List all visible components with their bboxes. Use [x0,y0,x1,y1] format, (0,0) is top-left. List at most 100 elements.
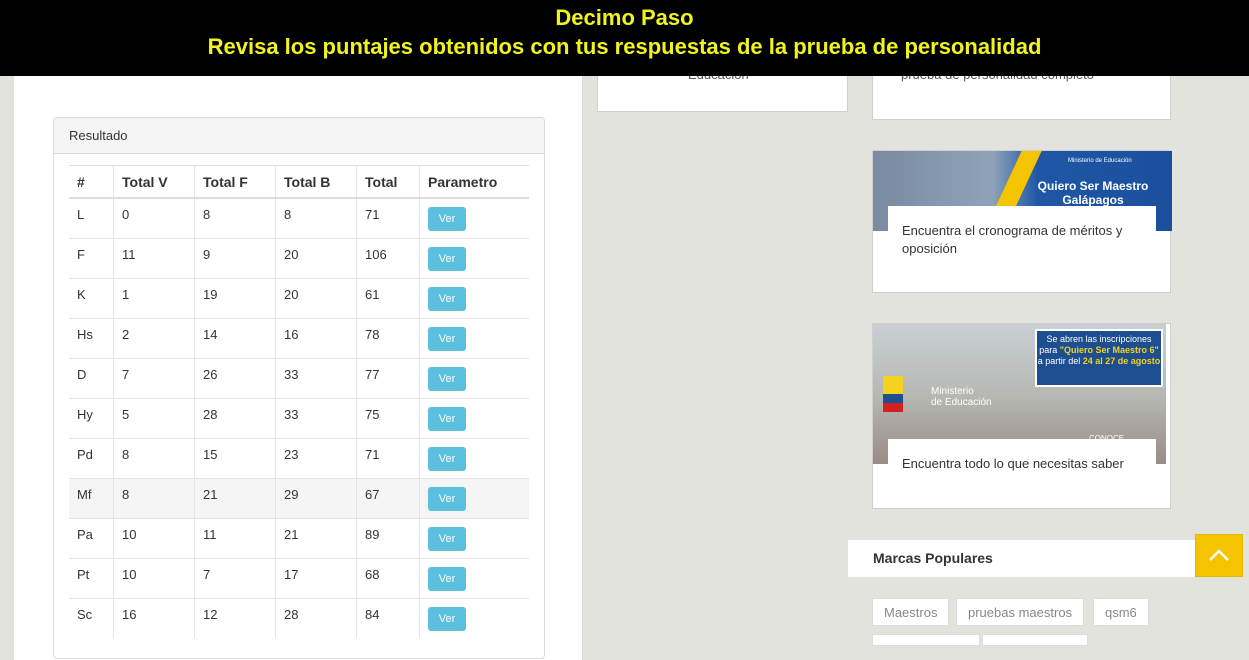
image-title: Quiero Ser Maestro [1037,179,1149,193]
cell-total: 61 [356,277,420,318]
back-to-top-button[interactable] [1195,534,1243,577]
cell-id: D [69,357,114,398]
cell-parametro: Ver [419,517,529,558]
ver-button[interactable]: Ver [428,606,466,631]
ver-button[interactable]: Ver [428,526,466,551]
inscription-ad: Se abren las inscripciones para "Quiero … [1035,329,1163,387]
cell-total: 71 [356,197,420,238]
caption-box: Encuentra el cronograma de méritos y opo… [888,206,1156,266]
ad-line-1: Se abren las inscripciones [1046,334,1152,344]
tag-partial-1[interactable] [872,634,980,646]
cell-parametro: Ver [419,597,529,638]
cell-b: 33 [275,397,357,438]
cell-f: 26 [194,357,276,398]
cell-f: 15 [194,437,276,478]
ver-button[interactable]: Ver [428,406,466,431]
tag-partial-2[interactable] [982,634,1088,646]
cell-total: 68 [356,557,420,598]
ver-button[interactable]: Ver [428,446,466,471]
image-ministry-logo: Ministerio de Educación [1068,158,1132,164]
result-panel-title: Resultado [54,118,544,154]
sidebar-card-todo[interactable]: Se abren las inscripciones para "Quiero … [872,323,1171,509]
cell-b: 28 [275,597,357,638]
cell-f: 7 [194,557,276,598]
ver-button[interactable]: Ver [428,366,466,391]
cell-id: Pa [69,517,114,558]
ver-button[interactable]: Ver [428,246,466,271]
cell-v: 0 [113,197,195,238]
cell-parametro: Ver [419,437,529,478]
ad-partir: a partir del [1037,356,1081,366]
sidebar-card-cronograma[interactable]: Ministerio de Educación Quiero Ser Maest… [872,150,1172,293]
cell-total: 106 [356,237,420,278]
cell-f: 8 [194,197,276,238]
table-row: Pd 8 15 23 71 Ver [69,437,529,478]
cell-v: 10 [113,517,195,558]
ecuador-flag-icon [883,376,903,412]
cell-parametro: Ver [419,357,529,398]
ver-button[interactable]: Ver [428,326,466,351]
ver-button[interactable]: Ver [428,566,466,591]
ver-button[interactable]: Ver [428,286,466,311]
cell-total: 77 [356,357,420,398]
cell-id: Pd [69,437,114,478]
cell-total: 89 [356,517,420,558]
table-row: Pt 10 7 17 68 Ver [69,557,529,598]
cell-b: 17 [275,557,357,598]
caption-box: Encuentra todo lo que necesitas saber [888,439,1156,479]
cell-f: 11 [194,517,276,558]
table-row: K 1 19 20 61 Ver [69,277,529,318]
cell-v: 1 [113,277,195,318]
cell-total: 75 [356,397,420,438]
tag-qsm6[interactable]: qsm6 [1093,598,1149,626]
ad-dates: 24 al 27 de agosto [1082,356,1161,366]
col-header-total-f: Total F [194,165,276,199]
instruction-banner: Decimo Paso Revisa los puntajes obtenido… [0,0,1249,76]
cell-total: 78 [356,317,420,358]
cell-parametro: Ver [419,557,529,598]
sidebar-card-cronograma-text[interactable]: Encuentra el cronograma de méritos y opo… [902,222,1147,258]
cell-v: 11 [113,237,195,278]
tag-maestros[interactable]: Maestros [872,598,950,626]
ministry-label: Ministerio de Educación [931,386,992,408]
cell-b: 20 [275,237,357,278]
cell-id: Hs [69,317,114,358]
ad-line-2: para "Quiero Ser Maestro 6" [1037,345,1161,356]
cell-parametro: Ver [419,237,529,278]
cell-total: 67 [356,477,420,518]
cell-f: 21 [194,477,276,518]
col-header-parametro: Parametro [419,165,529,199]
result-panel: Resultado # Total V Total F Total B Tota… [53,117,545,659]
banner-instruction: Revisa los puntajes obtenidos con tus re… [207,34,1042,59]
ministry-line-1: Ministerio [931,386,974,397]
cell-b: 29 [275,477,357,518]
cell-b: 16 [275,317,357,358]
ver-button[interactable]: Ver [428,207,466,231]
cell-v: 7 [113,357,195,398]
cell-parametro: Ver [419,277,529,318]
col-header-total-v: Total V [113,165,195,199]
cell-v: 8 [113,437,195,478]
cell-id: Sc [69,597,114,638]
ver-button[interactable]: Ver [428,486,466,511]
table-row: Hs 2 14 16 78 Ver [69,317,529,358]
chevron-up-icon [1209,549,1229,561]
cell-v: 10 [113,557,195,598]
cell-b: 33 [275,357,357,398]
cell-f: 9 [194,237,276,278]
cell-parametro: Ver [419,197,529,238]
tag-pruebas-maestros[interactable]: pruebas maestros [956,598,1085,626]
cell-total: 71 [356,437,420,478]
ad-para: para [1039,345,1058,355]
cell-id: F [69,237,114,278]
cell-f: 19 [194,277,276,318]
banner-step-title: Decimo Paso [555,5,694,30]
cell-b: 23 [275,437,357,478]
cell-b: 8 [275,197,357,238]
table-row: Mf 8 21 29 67 Ver [69,477,529,518]
cell-b: 21 [275,517,357,558]
cell-id: Mf [69,477,114,518]
sidebar-card-todo-text[interactable]: Encuentra todo lo que necesitas saber [902,455,1152,473]
cell-id: Pt [69,557,114,598]
table-header-row: # Total V Total F Total B Total Parametr… [69,165,529,199]
